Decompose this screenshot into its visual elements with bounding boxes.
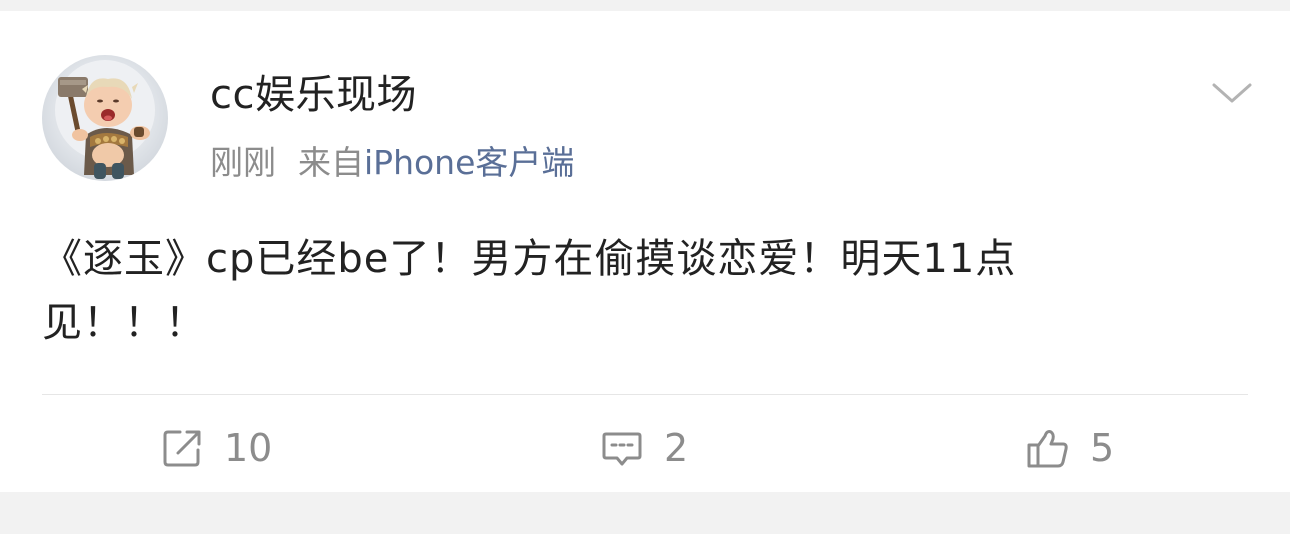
- chevron-down-icon[interactable]: [1206, 75, 1258, 109]
- repost-button[interactable]: 10: [160, 423, 272, 473]
- source-link[interactable]: iPhone客户端: [364, 143, 574, 182]
- like-button[interactable]: 5: [1026, 423, 1114, 473]
- post-card: cc娱乐现场 刚刚 来自iPhone客户端 《逐玉》cp已经be了！男方在偷摸谈恋…: [0, 11, 1290, 492]
- feed-separator: [0, 492, 1290, 534]
- repost-icon: [163, 430, 201, 467]
- post-text-line: 《逐玉》cp已经be了！男方在偷摸谈恋爱！明天11点: [42, 236, 1017, 282]
- post-meta: 刚刚 来自iPhone客户端: [210, 141, 574, 185]
- comment-icon: [602, 432, 642, 466]
- post-content: 《逐玉》cp已经be了！男方在偷摸谈恋爱！明天11点 见！！！: [42, 227, 1252, 355]
- avatar[interactable]: [42, 55, 168, 181]
- comment-button[interactable]: 2: [600, 423, 688, 473]
- post-time: 刚刚: [210, 143, 276, 182]
- avatar-baby-viking-icon: [55, 60, 155, 179]
- source-prefix: 来自: [298, 143, 364, 182]
- thumbs-up-icon: [1027, 430, 1068, 468]
- like-count: 5: [1090, 426, 1115, 470]
- repost-count: 10: [224, 426, 273, 470]
- comment-count: 2: [664, 426, 689, 470]
- divider: [42, 394, 1248, 395]
- username[interactable]: cc娱乐现场: [210, 71, 417, 119]
- post-text-line: 见！！！: [42, 300, 206, 346]
